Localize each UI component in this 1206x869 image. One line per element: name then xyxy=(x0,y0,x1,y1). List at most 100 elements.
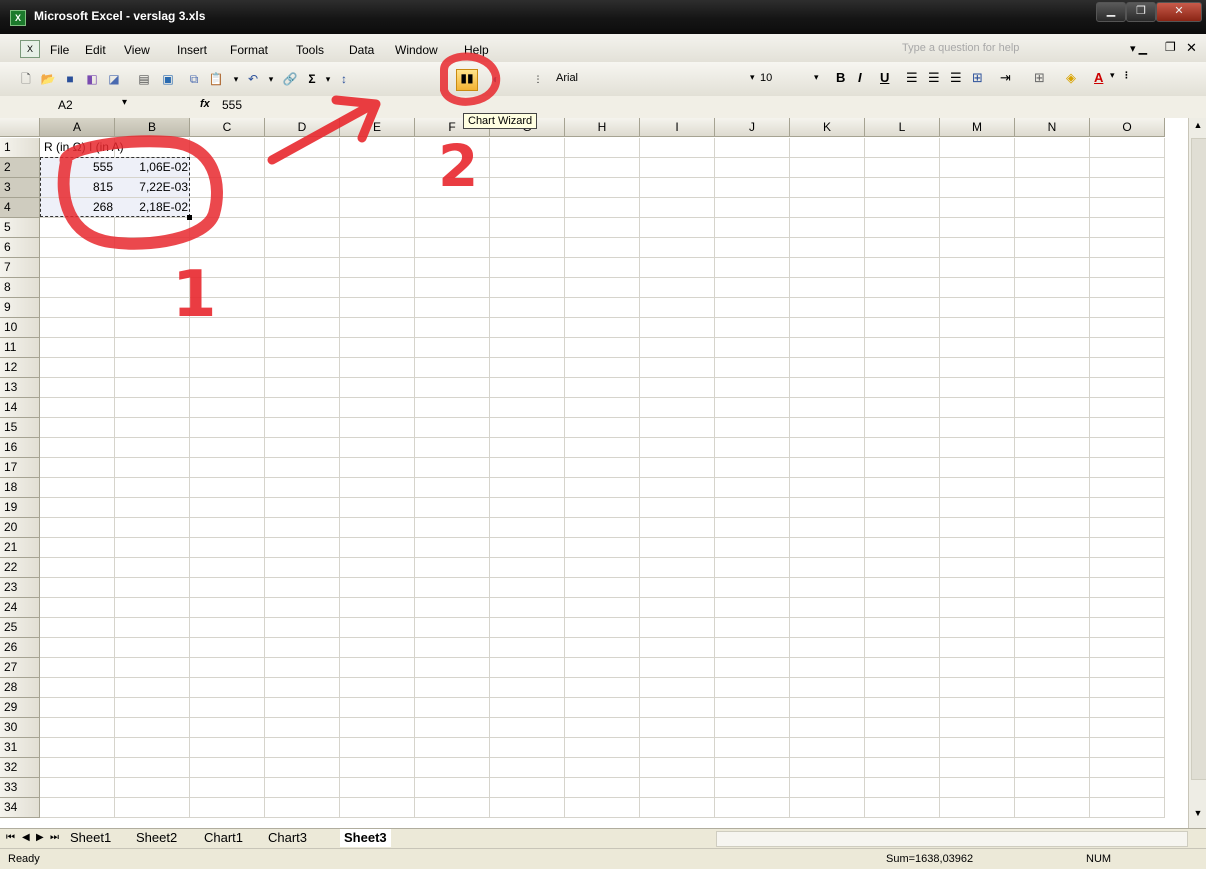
horizontal-scrollbar[interactable] xyxy=(716,831,1188,847)
tab-sheet2[interactable]: Sheet2 xyxy=(136,829,177,847)
row-header-30[interactable]: 30 xyxy=(0,718,40,738)
permission-icon[interactable]: ◧ xyxy=(84,71,100,87)
menu-window[interactable]: Window xyxy=(395,43,438,57)
last-sheet-icon[interactable]: ⏭ xyxy=(50,829,59,847)
workbook-icon[interactable]: X xyxy=(20,40,40,58)
row-header-3[interactable]: 3 xyxy=(0,178,40,198)
row-header-17[interactable]: 17 xyxy=(0,458,40,478)
row-header-23[interactable]: 23 xyxy=(0,578,40,598)
autosum-dropdown-icon[interactable]: ▾ xyxy=(320,71,336,87)
column-header-e[interactable]: E xyxy=(340,118,415,137)
row-header-27[interactable]: 27 xyxy=(0,658,40,678)
first-sheet-icon[interactable]: ⏮ xyxy=(6,829,15,847)
italic-button[interactable]: I xyxy=(858,70,862,85)
row-header-22[interactable]: 22 xyxy=(0,558,40,578)
open-icon[interactable]: 📂 xyxy=(40,71,56,87)
menu-view[interactable]: View xyxy=(124,43,150,57)
row-header-12[interactable]: 12 xyxy=(0,358,40,378)
row-header-13[interactable]: 13 xyxy=(0,378,40,398)
tab-chart1[interactable]: Chart1 xyxy=(204,829,243,847)
row-header-33[interactable]: 33 xyxy=(0,778,40,798)
font-color-dropdown-icon[interactable]: ▾ xyxy=(1110,70,1115,81)
row-header-26[interactable]: 26 xyxy=(0,638,40,658)
toolbar-options-right-icon[interactable]: ⋮ xyxy=(1122,70,1131,81)
menu-tools[interactable]: Tools xyxy=(296,43,324,57)
name-box-dropdown-icon[interactable]: ▾ xyxy=(122,97,127,108)
prev-sheet-icon[interactable]: ◀ xyxy=(22,829,30,847)
menu-help[interactable]: Help xyxy=(464,43,489,57)
row-header-14[interactable]: 14 xyxy=(0,398,40,418)
help-search-input[interactable]: Type a question for help xyxy=(902,42,1019,54)
row-header-16[interactable]: 16 xyxy=(0,438,40,458)
new-icon[interactable]: 🗋 xyxy=(18,71,34,87)
name-box[interactable]: A2 xyxy=(58,98,73,112)
column-header-l[interactable]: L xyxy=(865,118,940,137)
row-header-4[interactable]: 4 xyxy=(0,198,40,218)
column-header-j[interactable]: J xyxy=(715,118,790,137)
tab-sheet3[interactable]: Sheet3 xyxy=(340,829,391,847)
row-header-21[interactable]: 21 xyxy=(0,538,40,558)
row-header-20[interactable]: 20 xyxy=(0,518,40,538)
print-icon[interactable]: ▤ xyxy=(136,71,152,87)
column-header-a[interactable]: A xyxy=(40,118,115,137)
row-header-15[interactable]: 15 xyxy=(0,418,40,438)
drawing-icon[interactable]: ◐ xyxy=(488,71,504,87)
paste-icon[interactable]: 📋 xyxy=(208,71,224,87)
align-right-icon[interactable]: ☰ xyxy=(950,70,962,86)
font-color-button[interactable]: A xyxy=(1094,70,1103,85)
column-header-m[interactable]: M xyxy=(940,118,1015,137)
menu-insert[interactable]: Insert xyxy=(177,43,207,57)
fill-color-icon[interactable]: ◈ xyxy=(1066,70,1076,86)
row-header-9[interactable]: 9 xyxy=(0,298,40,318)
row-header-28[interactable]: 28 xyxy=(0,678,40,698)
excel-icon[interactable]: X xyxy=(10,10,26,26)
row-header-2[interactable]: 2 xyxy=(0,158,40,178)
close-button[interactable]: ✕ xyxy=(1156,2,1202,22)
function-icon[interactable]: fx xyxy=(200,98,210,110)
vertical-scroll-thumb[interactable] xyxy=(1191,138,1206,780)
sort-ascending-icon[interactable]: ↕ xyxy=(336,71,352,87)
scroll-up-icon[interactable]: ▲ xyxy=(1191,120,1205,134)
menu-edit[interactable]: Edit xyxy=(85,43,106,57)
minimize-button[interactable]: ▁ xyxy=(1096,2,1126,22)
font-name-select[interactable]: Arial xyxy=(556,72,578,84)
column-header-n[interactable]: N xyxy=(1015,118,1090,137)
menu-format[interactable]: Format xyxy=(230,43,268,57)
menu-data[interactable]: Data xyxy=(349,43,374,57)
row-header-5[interactable]: 5 xyxy=(0,218,40,238)
hyperlink-icon[interactable]: 🔗 xyxy=(282,71,298,87)
paste-dropdown-icon[interactable]: ▾ xyxy=(228,71,244,87)
toolbar-options-icon[interactable]: ⋮ xyxy=(530,71,546,87)
column-header-h[interactable]: H xyxy=(565,118,640,137)
formula-input[interactable]: 555 xyxy=(222,98,242,112)
restore-button[interactable]: ❐ xyxy=(1126,2,1156,22)
undo-icon[interactable]: ↶ xyxy=(245,71,261,87)
row-header-24[interactable]: 24 xyxy=(0,598,40,618)
column-header-c[interactable]: C xyxy=(190,118,265,137)
row-header-8[interactable]: 8 xyxy=(0,278,40,298)
chart-wizard-icon[interactable]: ▮▮ xyxy=(456,69,478,91)
merge-center-icon[interactable]: ⊞ xyxy=(972,70,983,86)
print-preview-icon[interactable]: ◪ xyxy=(106,71,122,87)
column-header-k[interactable]: K xyxy=(790,118,865,137)
menu-file[interactable]: File xyxy=(50,43,69,57)
row-header-7[interactable]: 7 xyxy=(0,258,40,278)
row-header-25[interactable]: 25 xyxy=(0,618,40,638)
borders-icon[interactable]: ⊞ xyxy=(1034,70,1045,86)
row-header-1[interactable]: 1 xyxy=(0,138,40,158)
bold-button[interactable]: B xyxy=(836,70,845,85)
row-header-18[interactable]: 18 xyxy=(0,478,40,498)
align-center-icon[interactable]: ☰ xyxy=(928,70,940,86)
next-sheet-icon[interactable]: ▶ xyxy=(36,829,44,847)
undo-dropdown-icon[interactable]: ▾ xyxy=(263,71,279,87)
autosum-icon[interactable]: Σ xyxy=(304,71,320,87)
tab-sheet1[interactable]: Sheet1 xyxy=(70,829,111,847)
underline-button[interactable]: U xyxy=(880,70,889,85)
indent-icon[interactable]: ⇥ xyxy=(1000,70,1011,86)
column-header-b[interactable]: B xyxy=(115,118,190,137)
doc-min-button[interactable]: ▾ ▁ xyxy=(1130,42,1147,55)
scroll-down-icon[interactable]: ▼ xyxy=(1191,808,1205,822)
cell-a1[interactable]: R (in Ω) I (in A) xyxy=(42,138,202,157)
doc-restore-button[interactable]: ❐ xyxy=(1165,40,1176,54)
column-header-o[interactable]: O xyxy=(1090,118,1165,137)
